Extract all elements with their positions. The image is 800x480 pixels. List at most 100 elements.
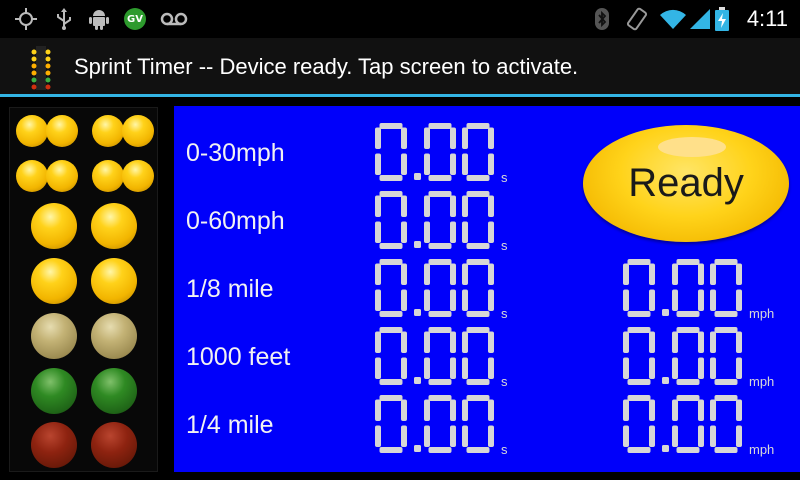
digit-segment-a xyxy=(714,395,738,401)
app-icon xyxy=(30,44,52,92)
digit-segment-a xyxy=(466,259,490,265)
digit-segment-a xyxy=(379,259,403,265)
digit-segment-c xyxy=(698,425,704,447)
digit-segment-d xyxy=(466,243,490,249)
digit-segment-a xyxy=(379,327,403,333)
digit-segment-b xyxy=(488,263,494,285)
digit-segment-f xyxy=(375,399,381,421)
digit-segment-a xyxy=(379,395,403,401)
time-unit: s xyxy=(501,238,508,253)
digit-segment-a xyxy=(466,191,490,197)
time-display-eighth-mile xyxy=(375,259,494,317)
digit-segment-f xyxy=(710,263,716,285)
digit-segment-c xyxy=(401,357,407,379)
gps-icon xyxy=(14,7,38,31)
digit-segment-f xyxy=(375,263,381,285)
decimal-point xyxy=(414,445,421,452)
digit-segment-f xyxy=(462,399,468,421)
digit-segment-f xyxy=(623,263,629,285)
digit-segment-b xyxy=(649,331,655,353)
digit-segment-c xyxy=(401,153,407,175)
digit-segment-e xyxy=(462,153,468,175)
green-lamp-left xyxy=(31,368,77,414)
digit-segment-f xyxy=(424,331,430,353)
decimal-point xyxy=(414,173,421,180)
digit-segment-a xyxy=(428,395,452,401)
digit-segment-d xyxy=(428,243,452,249)
digit-segment-e xyxy=(424,357,430,379)
digit-segment-b xyxy=(488,127,494,149)
decimal-point xyxy=(414,241,421,248)
stage-lamp xyxy=(122,115,154,147)
digit-segment-c xyxy=(401,221,407,243)
time-unit: s xyxy=(501,374,508,389)
timing-panel[interactable]: 0-30mph 0-60mph 1/8 mile 1000 feet 1/4 m… xyxy=(174,106,800,472)
digit-segment-f xyxy=(424,195,430,217)
signal-icon xyxy=(688,7,712,31)
digit-segment-c xyxy=(450,425,456,447)
digit-segment-e xyxy=(623,289,629,311)
digit-segment-b xyxy=(736,399,742,421)
digit-segment-c xyxy=(649,289,655,311)
digit-segment-e xyxy=(623,357,629,379)
digit-segment-f xyxy=(424,263,430,285)
digit-segment-e xyxy=(375,153,381,175)
digit-segment-d xyxy=(428,447,452,453)
digit-segment-a xyxy=(627,327,651,333)
digit-segment-d xyxy=(714,311,738,317)
digit-segment-b xyxy=(698,263,704,285)
digit-segment-b xyxy=(450,331,456,353)
digit-segment-d xyxy=(627,311,651,317)
digit-segment-b xyxy=(450,399,456,421)
digit-segment-b xyxy=(698,399,704,421)
digit-segment-d xyxy=(466,311,490,317)
time-display-1000-feet xyxy=(375,327,494,385)
digit-segment-a xyxy=(714,327,738,333)
amber-lamp-3-left xyxy=(31,313,77,359)
digit-segment-a xyxy=(627,395,651,401)
digit-segment-f xyxy=(710,331,716,353)
digit-segment-c xyxy=(488,153,494,175)
time-unit: s xyxy=(501,170,508,185)
decimal-point xyxy=(662,377,669,384)
status-bar: GV 4:11 xyxy=(0,0,800,38)
title-bar: Sprint Timer -- Device ready. Tap screen… xyxy=(0,38,800,96)
digit-segment-b xyxy=(450,263,456,285)
speed-unit: mph xyxy=(749,306,775,321)
digit-segment-b xyxy=(649,399,655,421)
amber-lamp-3-right xyxy=(91,313,137,359)
label-1000-feet: 1000 feet xyxy=(186,343,291,371)
amber-lamp-1-right xyxy=(91,203,137,249)
speed-display-1000-feet xyxy=(623,327,742,385)
digit-segment-c xyxy=(450,221,456,243)
clock: 4:11 xyxy=(746,6,788,31)
digit-segment-b xyxy=(488,195,494,217)
digit-segment-b xyxy=(649,263,655,285)
digit-segment-e xyxy=(462,357,468,379)
digit-segment-b xyxy=(698,331,704,353)
digit-segment-a xyxy=(676,395,700,401)
digit-segment-d xyxy=(379,175,403,181)
time-display-quarter-mile xyxy=(375,395,494,453)
digit-segment-f xyxy=(375,195,381,217)
rotation-icon xyxy=(625,7,649,31)
ready-button[interactable]: Ready xyxy=(583,125,789,242)
wifi-icon xyxy=(658,7,688,31)
digit-segment-f xyxy=(424,399,430,421)
digit-segment-d xyxy=(466,447,490,453)
digit-segment-e xyxy=(375,221,381,243)
christmas-tree-lights xyxy=(9,107,158,472)
green-lamp-right xyxy=(91,368,137,414)
digit-segment-a xyxy=(676,327,700,333)
digit-segment-d xyxy=(627,379,651,385)
digit-segment-d xyxy=(676,311,700,317)
digit-segment-b xyxy=(450,195,456,217)
digit-segment-f xyxy=(672,331,678,353)
digit-segment-c xyxy=(649,425,655,447)
digit-segment-a xyxy=(714,259,738,265)
speed-display-eighth-mile xyxy=(623,259,742,317)
digit-segment-e xyxy=(462,221,468,243)
digit-segment-f xyxy=(462,195,468,217)
decimal-point xyxy=(414,377,421,384)
digit-segment-d xyxy=(428,311,452,317)
